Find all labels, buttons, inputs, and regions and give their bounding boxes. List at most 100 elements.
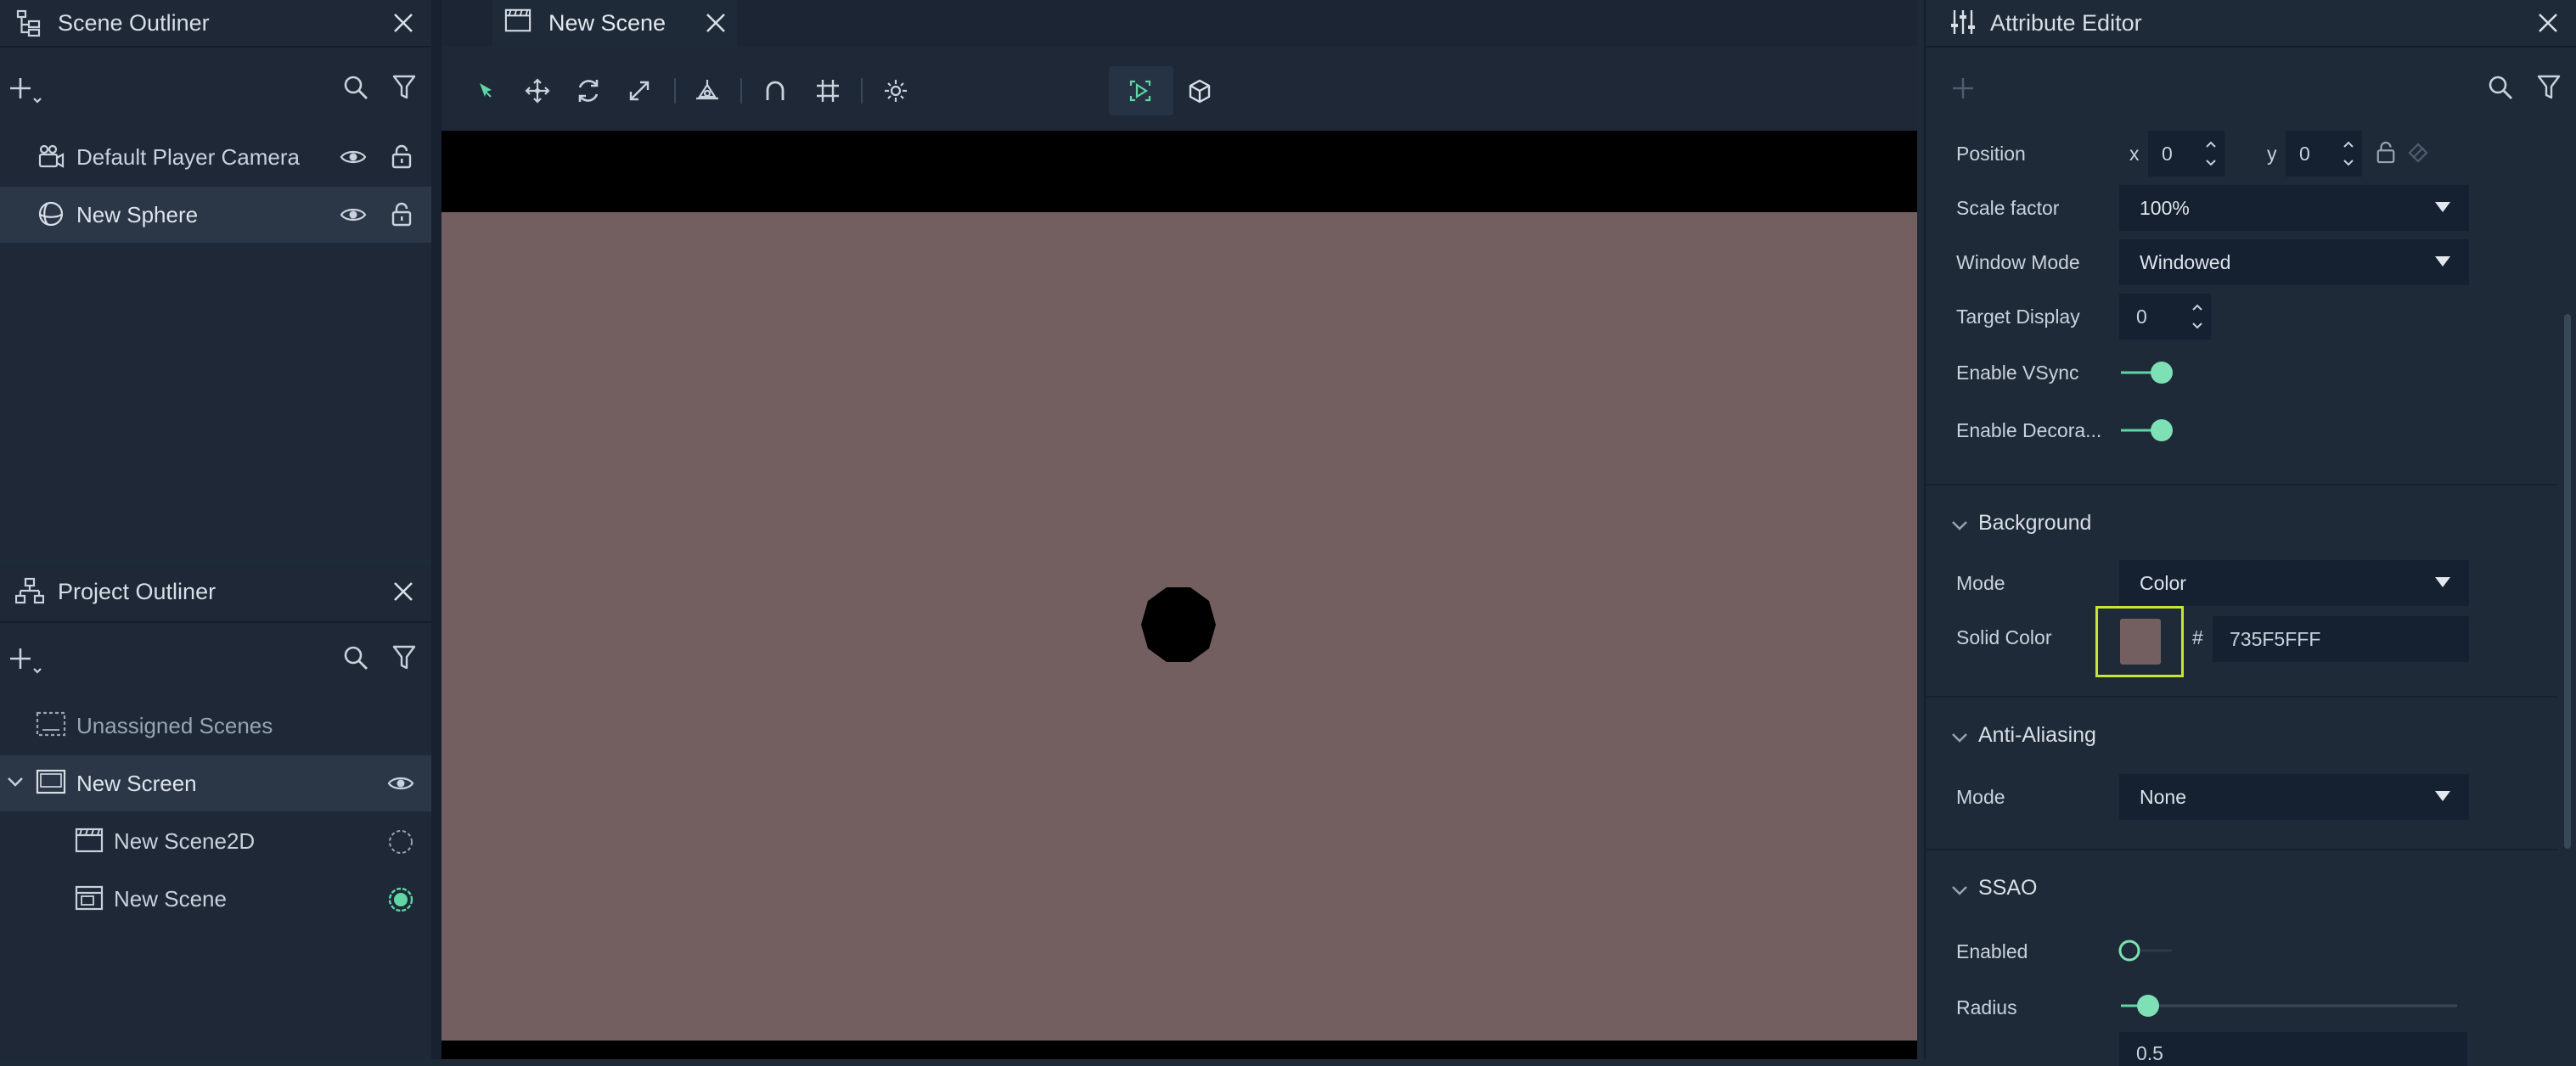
ssao-radius-label: Radius [1956, 996, 2017, 1018]
chevron-down-icon[interactable] [1951, 519, 1968, 531]
close-icon[interactable] [392, 581, 414, 603]
close-icon[interactable] [2537, 12, 2559, 34]
ssao-radius-input[interactable]: 0.5 [2119, 1032, 2467, 1066]
project-outliner-title: Project Outliner [58, 579, 217, 604]
chevron-down-icon[interactable] [7, 776, 24, 788]
solid-color-swatch[interactable] [2120, 619, 2161, 665]
3d-view-icon[interactable] [1180, 71, 1219, 110]
add-icon[interactable] [10, 76, 44, 105]
tab-new-scene[interactable]: New Scene [492, 0, 737, 48]
scale-factor-dropdown[interactable]: 100% [2119, 185, 2469, 231]
filter-icon[interactable] [392, 645, 416, 670]
project-item-new-screen[interactable]: New Screen [0, 755, 431, 811]
scale-factor-label: Scale factor [1956, 197, 2060, 219]
pivot-tool-icon[interactable] [688, 71, 727, 110]
enable-decorations-toggle[interactable] [2119, 418, 2175, 441]
inactive-radio-icon[interactable] [387, 828, 414, 856]
target-display-label: Target Display [1956, 306, 2080, 328]
project-tree-icon [15, 577, 44, 604]
lock-icon[interactable] [391, 144, 413, 170]
sphere-object[interactable] [1141, 587, 1216, 662]
active-scene-icon[interactable] [387, 886, 414, 913]
project-outliner-toolbar [0, 635, 431, 682]
scene-viewport[interactable] [442, 131, 1917, 1059]
select-tool-icon[interactable] [467, 71, 506, 110]
filter-icon[interactable] [2537, 75, 2561, 100]
toolbar-separator [861, 78, 863, 104]
sphere-icon [37, 200, 65, 227]
move-tool-icon[interactable] [518, 71, 557, 110]
filter-icon[interactable] [392, 75, 416, 100]
chevron-down-icon[interactable] [1951, 732, 1968, 743]
rotate-tool-icon[interactable] [569, 71, 608, 110]
dropdown-value: 100% [2140, 197, 2190, 219]
ssao-section-title: SSAO [1978, 876, 2038, 900]
hierarchy-icon [15, 8, 42, 37]
window-mode-dropdown[interactable]: Windowed [2119, 239, 2469, 285]
eye-icon[interactable] [387, 774, 414, 793]
scale-tool-icon[interactable] [620, 71, 659, 110]
scene-outliner-panel: Scene Outliner Default Player Camera New… [0, 0, 431, 560]
scene-outliner-toolbar [0, 65, 431, 112]
position-y-input[interactable]: 0 [2286, 131, 2362, 177]
background-section-title: Background [1978, 511, 2092, 535]
sliders-icon [1949, 8, 1977, 36]
lock-icon[interactable] [2376, 141, 2396, 165]
solid-color-hex-input[interactable]: 735F5FFF [2213, 616, 2469, 662]
position-x-input[interactable]: 0 [2148, 131, 2224, 177]
eye-icon[interactable] [340, 205, 367, 224]
lock-icon[interactable] [391, 202, 413, 227]
eye-icon[interactable] [340, 148, 367, 166]
chevron-down-icon[interactable] [1951, 884, 1968, 896]
light-icon[interactable] [876, 71, 915, 110]
search-icon[interactable] [2488, 75, 2513, 100]
camera-icon [37, 144, 65, 170]
project-item-label: Unassigned Scenes [76, 713, 273, 738]
ssao-section: SSAO Enabled Radius 0.5 [1926, 849, 2557, 1066]
anti-aliasing-mode-dropdown[interactable]: None [2119, 774, 2469, 820]
hex-prefix: # [2192, 626, 2203, 648]
add-icon[interactable] [10, 647, 44, 676]
enable-vsync-toggle[interactable] [2119, 360, 2175, 384]
reset-icon[interactable] [2406, 141, 2430, 165]
target-display-input[interactable]: 0 [2119, 294, 2211, 339]
tab-bar: New Scene [442, 0, 1917, 48]
search-icon[interactable] [343, 75, 368, 100]
stepper-icon[interactable] [2191, 300, 2204, 333]
outliner-item-default-player-camera[interactable]: Default Player Camera [0, 129, 431, 185]
preview-play-icon[interactable] [1121, 71, 1160, 110]
ssao-enabled-toggle[interactable] [2118, 937, 2174, 964]
ssao-enabled-label: Enabled [1956, 940, 2028, 962]
target-display-value: 0 [2136, 306, 2147, 328]
background-mode-dropdown[interactable]: Color [2119, 560, 2469, 606]
close-icon[interactable] [392, 12, 414, 34]
close-icon[interactable] [705, 12, 727, 34]
add-icon[interactable] [1951, 76, 1975, 100]
ssao-radius-slider[interactable] [2119, 993, 2459, 1018]
project-item-unassigned-scenes[interactable]: Unassigned Scenes [0, 698, 431, 754]
search-icon[interactable] [343, 645, 368, 670]
left-panel-divider[interactable] [431, 0, 442, 1059]
attribute-editor-toolbar [1926, 65, 2576, 112]
background-mode-label: Mode [1956, 572, 2005, 594]
outliner-item-new-sphere[interactable]: New Sphere [0, 187, 431, 243]
window-mode-label: Window Mode [1956, 251, 2080, 273]
project-outliner-header: Project Outliner [0, 564, 431, 623]
scene-outliner-header: Scene Outliner [0, 0, 431, 48]
stepper-icon[interactable] [2204, 137, 2218, 170]
grid-snap-icon[interactable] [808, 71, 847, 110]
solid-color-swatch-highlight[interactable] [2095, 606, 2184, 677]
magnet-snap-icon[interactable] [756, 71, 795, 110]
toolbar-separator [674, 78, 676, 104]
project-item-new-scene2d[interactable]: New Scene2D [0, 813, 431, 869]
dropdown-value: None [2140, 786, 2186, 808]
project-item-label: New Scene [114, 886, 227, 912]
unassigned-scenes-icon [36, 711, 66, 738]
stepper-icon[interactable] [2342, 137, 2355, 170]
project-outliner-panel: Project Outliner Unassigned Scenes New S… [0, 564, 431, 1059]
project-item-new-scene[interactable]: New Scene [0, 871, 431, 927]
attribute-editor-scrollbar[interactable] [2564, 314, 2571, 849]
scene-2d-icon [75, 827, 104, 854]
attribute-editor-panel: Attribute Editor Position x 0 y 0 Scale … [1924, 0, 2576, 1066]
position-y-label: y [2267, 143, 2277, 165]
